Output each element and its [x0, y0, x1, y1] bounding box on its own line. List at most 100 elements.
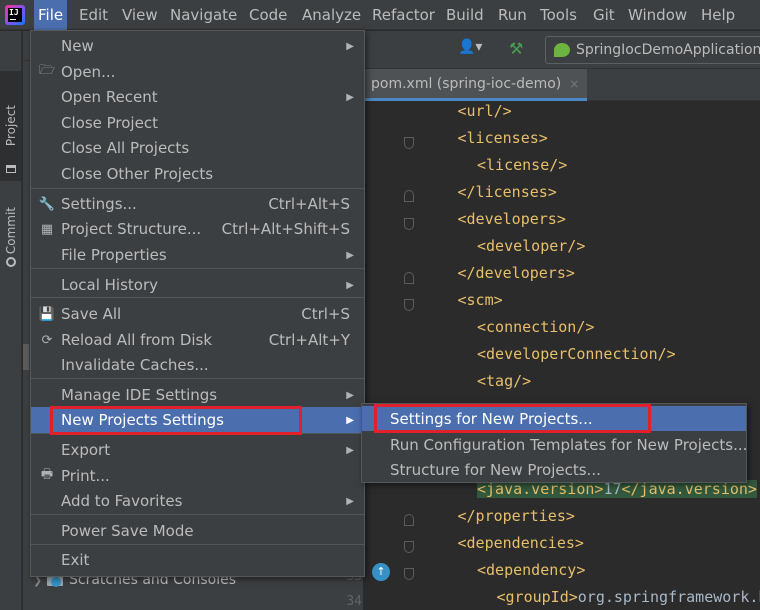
file-menu-item-settings[interactable]: 🔧 Settings... Ctrl+Alt+S: [31, 191, 364, 217]
code-line: <licenses>: [458, 129, 548, 147]
code-line: <url/>: [458, 102, 512, 120]
menu-tools[interactable]: Tools: [536, 0, 581, 30]
xml-tag: <url/>: [457, 102, 512, 120]
file-menu-item-open[interactable]: 🗁 Open...: [31, 59, 364, 85]
close-icon[interactable]: ×: [569, 77, 579, 91]
code-line: <dependencies>: [458, 534, 584, 552]
run-config-label: SpringIocDemoApplication: [576, 42, 760, 58]
menu-item-label: Reload All from Disk: [61, 331, 213, 349]
submenu-arrow-icon: ▶: [346, 495, 354, 507]
fold-marker-icon[interactable]: [404, 299, 414, 311]
file-menu-item-new[interactable]: New ▶: [31, 33, 364, 59]
file-menu-dropdown: New ▶ 🗁 Open... Open Recent ▶ Close Project Clo…: [30, 30, 365, 577]
fold-marker-icon[interactable]: [404, 514, 414, 526]
menu-item-label: Add to Favorites: [61, 492, 183, 510]
menu-item-label: Invalidate Caches...: [61, 356, 209, 374]
editor-tab-pom[interactable]: pom.xml (spring-ioc-demo) ×: [363, 69, 588, 101]
menu-item-label: File Properties: [61, 246, 167, 264]
file-menu-item-power-save-mode[interactable]: Power Save Mode: [31, 518, 364, 544]
user-dropdown-icon[interactable]: 👤▾: [458, 39, 492, 61]
tool-tab-project[interactable]: Project: [0, 71, 22, 181]
fold-marker-icon[interactable]: [404, 190, 414, 202]
xml-tag: </licenses>: [457, 183, 557, 201]
menu-analyze[interactable]: Analyze: [298, 0, 365, 30]
print-icon: 🖶: [40, 467, 54, 482]
menu-run[interactable]: Run: [494, 0, 531, 30]
save-icon: 💾: [38, 306, 56, 322]
fold-marker-icon[interactable]: [404, 272, 414, 284]
submenu-arrow-icon: ▶: [346, 279, 354, 291]
code-editor[interactable]: <url/> <licenses> <license/> </licenses> <de…: [363, 101, 760, 610]
code-line: <license/>: [477, 156, 567, 174]
file-menu-item-save-all[interactable]: 💾 Save All Ctrl+S: [31, 301, 364, 327]
code-line: <connection/>: [477, 318, 594, 336]
project-folder-icon: [6, 165, 16, 173]
menu-navigate[interactable]: Navigate: [166, 0, 241, 30]
code-line: <tag/>: [477, 372, 531, 390]
menu-item-shortcut: Ctrl+Alt+Y: [268, 331, 350, 349]
xml-tag: <scm>: [457, 291, 503, 309]
xml-text: org.springframework.boot: [577, 588, 760, 606]
menu-separator: [31, 544, 364, 545]
file-menu-item-invalidate-caches[interactable]: Invalidate Caches...: [31, 352, 364, 378]
code-line: <developer/>: [477, 237, 585, 255]
run-configuration-selector[interactable]: SpringIocDemoApplication: [545, 36, 760, 64]
menu-view[interactable]: View: [118, 0, 162, 30]
file-menu-item-local-history[interactable]: Local History ▶: [31, 272, 364, 298]
menu-item-shortcut: Ctrl+S: [301, 305, 350, 323]
xml-tag: <dependencies>: [457, 534, 584, 552]
menu-item-label: Local History: [61, 276, 159, 294]
submenu-item-structure-for-new-projects[interactable]: Structure for New Projects...: [362, 457, 746, 482]
menu-help[interactable]: Help: [697, 0, 739, 30]
intellij-logo-icon[interactable]: IJ: [5, 5, 25, 25]
file-menu-item-close-project[interactable]: Close Project: [31, 110, 364, 136]
submenu-arrow-icon: ▶: [346, 40, 354, 52]
code-line: </properties>: [458, 507, 575, 525]
fold-marker-icon[interactable]: [404, 218, 414, 230]
file-menu-item-manage-ide-settings[interactable]: Manage IDE Settings ▶: [31, 382, 364, 408]
spring-boot-icon: [554, 43, 570, 57]
tool-tab-commit[interactable]: Commit: [0, 191, 22, 271]
file-menu-item-print[interactable]: 🖶 Print...: [31, 463, 364, 489]
menu-item-label: Open Recent: [61, 88, 158, 106]
file-menu-item-reload-all-from-disk[interactable]: ⟳ Reload All from Disk Ctrl+Alt+Y: [31, 327, 364, 353]
menu-item-label: Project Structure...: [61, 220, 202, 238]
menu-file[interactable]: File: [34, 0, 68, 30]
menu-item-label: Close Project: [61, 114, 158, 132]
reload-icon: ⟳: [41, 332, 53, 348]
submenu-arrow-icon: ▶: [346, 389, 354, 401]
menu-item-label: Save All: [61, 305, 122, 323]
submenu-arrow-icon: ▶: [346, 249, 354, 261]
file-menu-item-add-to-favorites[interactable]: Add to Favorites ▶: [31, 488, 364, 514]
menu-item-shortcut: Ctrl+Alt+Shift+S: [221, 220, 350, 238]
xml-tag: <developer/>: [477, 237, 586, 255]
code-line: <developerConnection/>: [477, 345, 676, 363]
menu-code[interactable]: Code: [245, 0, 291, 30]
file-menu-item-close-all-projects[interactable]: Close All Projects: [31, 135, 364, 161]
submenu-arrow-icon: ▶: [346, 91, 354, 103]
menu-refactor[interactable]: Refactor: [368, 0, 439, 30]
xml-tag: <license/>: [477, 156, 568, 174]
menu-item-label: Power Save Mode: [61, 522, 194, 540]
file-menu-item-file-properties[interactable]: File Properties ▶: [31, 242, 364, 268]
file-menu-item-project-structure[interactable]: ▦ Project Structure... Ctrl+Alt+Shift+S: [31, 216, 364, 242]
fold-marker-icon[interactable]: [404, 568, 414, 580]
menu-item-label: Settings...: [61, 195, 137, 213]
xml-tag: <connection/>: [477, 318, 595, 336]
xml-tag: <dependency>: [477, 561, 586, 579]
build-hammer-icon[interactable]: ⚒: [509, 39, 533, 61]
submenu-item-run-configuration-templates-for-new-projects[interactable]: Run Configuration Templates for New Proj…: [362, 432, 747, 457]
fold-marker-icon[interactable]: [404, 137, 414, 149]
file-menu-item-export[interactable]: Export ▶: [31, 437, 364, 463]
menu-build[interactable]: Build: [442, 0, 488, 30]
file-menu-item-open-recent[interactable]: Open Recent ▶: [31, 84, 364, 110]
fold-marker-icon[interactable]: [404, 541, 414, 553]
menu-item-label: Open...: [61, 63, 116, 81]
spring-bean-gutter-icon[interactable]: ↑: [372, 563, 390, 581]
menu-git[interactable]: Git: [589, 0, 619, 30]
file-menu-item-exit[interactable]: Exit: [31, 547, 364, 573]
menu-window[interactable]: Window: [624, 0, 691, 30]
file-menu-item-close-other-projects[interactable]: Close Other Projects: [31, 161, 364, 187]
menu-edit[interactable]: Edit: [75, 0, 112, 30]
tool-window-strip: Project Commit: [0, 31, 22, 610]
